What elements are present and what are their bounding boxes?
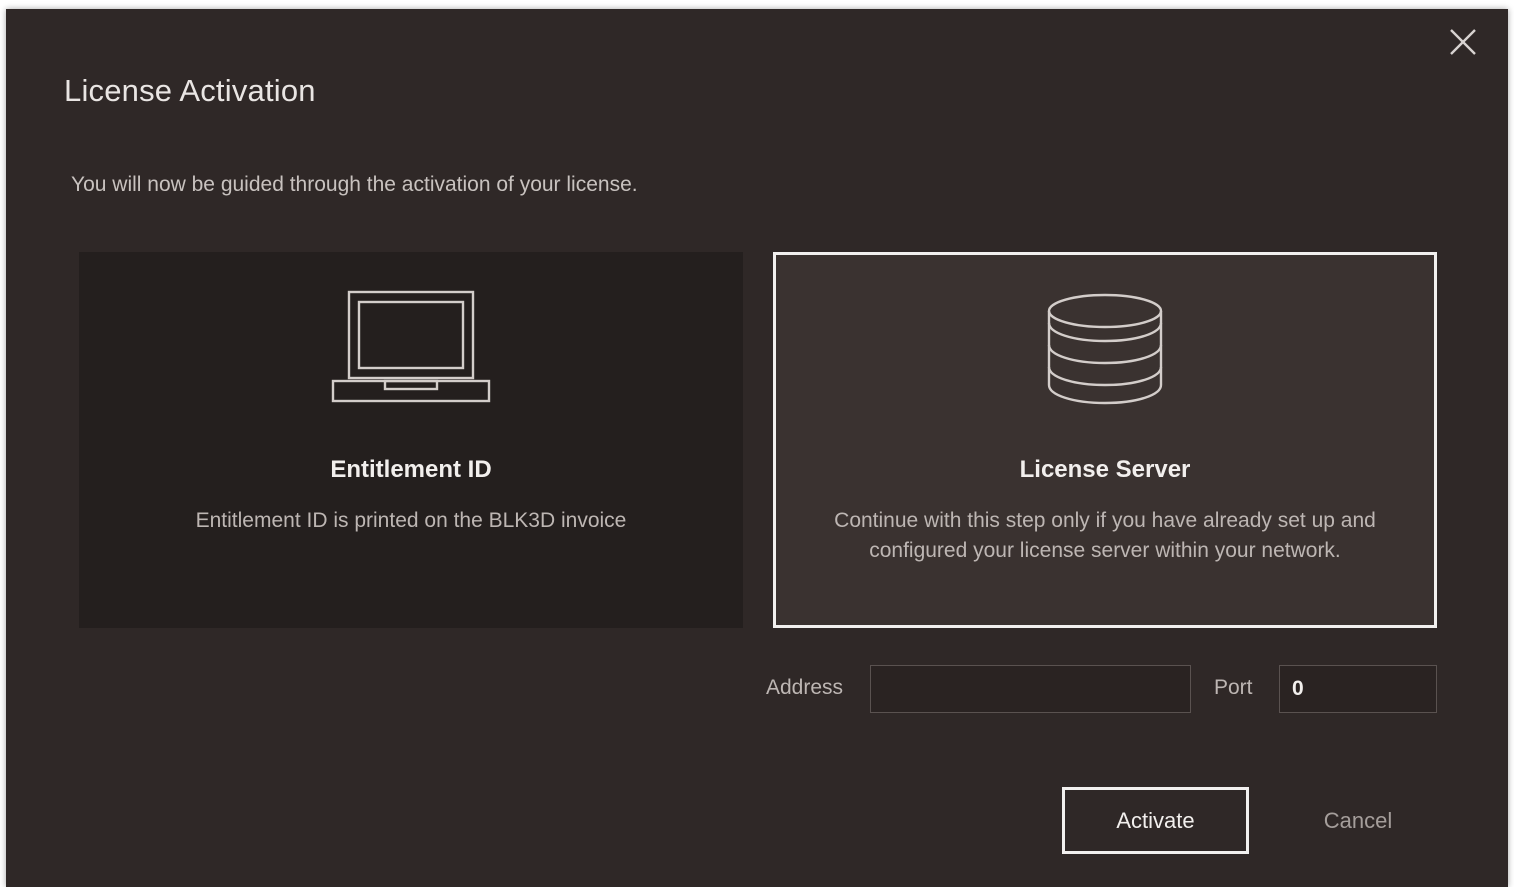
close-icon	[1450, 29, 1476, 55]
database-icon	[1045, 291, 1165, 407]
port-input[interactable]	[1279, 665, 1437, 713]
cancel-button[interactable]: Cancel	[1288, 787, 1428, 854]
license-server-option[interactable]: License Server Continue with this step o…	[773, 252, 1437, 628]
license-activation-dialog: License Activation You will now be guide…	[6, 9, 1508, 887]
laptop-icon	[331, 288, 491, 404]
address-input[interactable]	[870, 665, 1191, 713]
license-server-description: Continue with this step only if you have…	[834, 509, 1376, 562]
address-label: Address	[766, 676, 844, 699]
dialog-subtitle: You will now be guided through the activ…	[71, 173, 638, 196]
dialog-title: License Activation	[64, 73, 316, 108]
entitlement-id-title: Entitlement ID	[330, 456, 492, 483]
close-button[interactable]	[1446, 25, 1480, 59]
entitlement-id-option[interactable]: Entitlement ID Entitlement ID is printed…	[79, 252, 743, 628]
license-server-title: License Server	[1019, 456, 1191, 483]
activate-button[interactable]: Activate	[1062, 787, 1249, 854]
port-label: Port	[1214, 676, 1253, 699]
entitlement-id-description: Entitlement ID is printed on the BLK3D i…	[195, 509, 627, 532]
